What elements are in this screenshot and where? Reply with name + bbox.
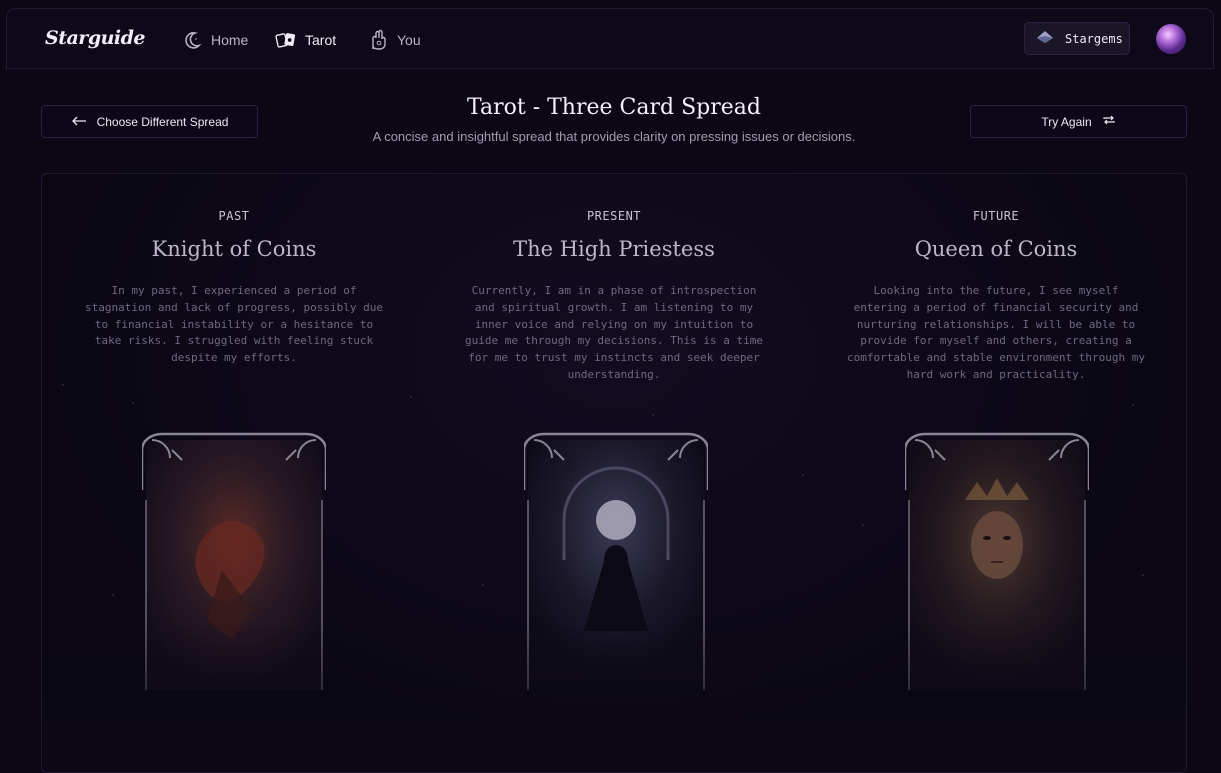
card-description: Looking into the future, I see myself en… (846, 284, 1145, 381)
page-subtitle: A concise and insightful spread that pro… (372, 129, 856, 144)
try-again-button[interactable]: Try Again (970, 105, 1187, 138)
user-avatar[interactable] (1156, 24, 1186, 54)
card-image-high-priestess[interactable] (524, 430, 708, 690)
page-title: Tarot - Three Card Spread (467, 95, 761, 120)
moon-icon (181, 29, 203, 51)
card-position-label: PRESENT (586, 209, 642, 223)
card-column-present: PRESENT The High Priestess Currently, I … (424, 174, 804, 384)
nav-item-home[interactable]: Home (181, 29, 248, 51)
nav-label-you: You (397, 32, 421, 48)
card-description: In my past, I experienced a period of st… (84, 284, 383, 365)
spread-panel: PAST Knight of Coins In my past, I exper… (41, 173, 1187, 773)
palm-icon (367, 29, 389, 51)
tarot-cards-icon (275, 29, 297, 51)
card-image-knight-of-coins[interactable] (142, 430, 326, 690)
choose-different-spread-label: Choose Different Spread (96, 114, 229, 129)
try-again-label: Try Again (1041, 114, 1092, 129)
card-position-label: PAST (218, 209, 250, 223)
card-name: Queen of Coins (914, 237, 1078, 261)
arrow-left-icon (71, 115, 87, 129)
card-description: Currently, I am in a phase of introspect… (464, 284, 763, 381)
stargems-button[interactable]: Stargems (1024, 22, 1130, 55)
card-name: Knight of Coins (151, 237, 317, 261)
nav-item-you[interactable]: You (367, 29, 421, 51)
card-name: The High Priestess (513, 237, 715, 261)
repeat-icon (1102, 114, 1116, 129)
nav-label-tarot: Tarot (305, 32, 337, 48)
card-column-past: PAST Knight of Coins In my past, I exper… (44, 174, 424, 367)
card-image-queen-of-coins[interactable] (905, 430, 1089, 690)
gem-icon (1035, 29, 1055, 48)
card-column-future: FUTURE Queen of Coins Looking into the f… (806, 174, 1186, 384)
stargems-label: Stargems (1065, 31, 1123, 46)
card-position-label: FUTURE (972, 209, 1020, 223)
starguide-logo[interactable]: Starguide (45, 27, 146, 49)
top-navigation-bar: Starguide Home Tarot You Stargems (6, 8, 1214, 69)
nav-label-home: Home (211, 32, 249, 48)
choose-different-spread-button[interactable]: Choose Different Spread (41, 105, 258, 138)
nav-item-tarot[interactable]: Tarot (275, 29, 336, 51)
